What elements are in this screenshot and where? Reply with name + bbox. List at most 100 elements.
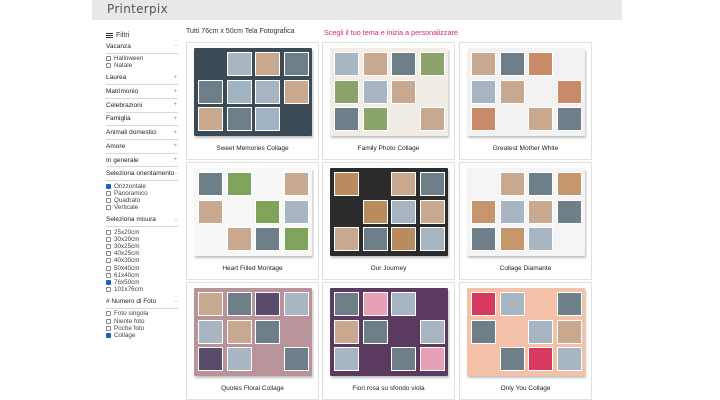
product-card[interactable]: Only You Collage xyxy=(459,282,592,400)
collapse-minus-icon[interactable]: - xyxy=(175,43,177,49)
expand-plus-icon[interactable]: + xyxy=(173,157,177,163)
collapse-minus-icon[interactable]: - xyxy=(175,299,177,305)
product-name[interactable]: Our Journey xyxy=(323,265,454,272)
product-name[interactable]: Family Photo Collage xyxy=(323,145,454,152)
checkbox[interactable] xyxy=(106,272,111,278)
collapse-minus-icon[interactable]: - xyxy=(175,171,177,177)
collage-photo-tile xyxy=(419,227,445,251)
product-name[interactable]: Quotes Floral Collage xyxy=(187,385,318,392)
checkbox-checked[interactable] xyxy=(106,279,111,285)
filter-section-header[interactable]: # Numero di Foto - xyxy=(106,295,178,309)
filter-option[interactable]: 50x40cm xyxy=(106,264,178,272)
product-card[interactable]: Sweet Memories Collage xyxy=(186,42,319,160)
product-card[interactable]: Family Photo Collage xyxy=(322,42,455,160)
checkbox[interactable] xyxy=(106,265,111,271)
product-card[interactable]: Our Journey xyxy=(322,162,455,280)
filter-option[interactable]: 101x76cm xyxy=(106,286,178,293)
collage-photo-tile xyxy=(226,172,252,196)
product-card[interactable]: Heart Filled Montage xyxy=(186,162,319,280)
filters-header[interactable]: Filtri xyxy=(106,30,178,40)
filter-section-header[interactable]: Celebrazioni + xyxy=(106,99,178,113)
filter-option[interactable]: Panoramico xyxy=(106,190,178,197)
product-thumbnail[interactable] xyxy=(194,288,312,376)
collage-photo-tile xyxy=(471,292,496,316)
printerpix-logo[interactable]: Printerpix xyxy=(107,2,168,16)
collage-photo-tile xyxy=(226,79,252,104)
product-name[interactable]: Collage Diamante xyxy=(460,265,591,272)
product-name[interactable]: Sweet Memories Collage xyxy=(187,145,318,152)
collage-photo-tile xyxy=(499,347,525,371)
product-thumbnail[interactable] xyxy=(467,48,585,136)
checkbox[interactable] xyxy=(106,258,111,264)
filter-option[interactable]: 40x25cm xyxy=(106,250,178,257)
checkbox[interactable] xyxy=(106,236,111,242)
product-card[interactable]: Fiori rosa su sfondo viola xyxy=(322,282,455,400)
checkbox[interactable] xyxy=(106,198,111,204)
filter-option[interactable]: Niente foto xyxy=(106,318,178,325)
filter-option[interactable]: 76x50cm xyxy=(106,279,178,286)
checkbox[interactable] xyxy=(106,251,111,257)
filter-option[interactable]: Collage xyxy=(106,332,178,339)
filter-section-header[interactable]: In generale + xyxy=(106,154,178,168)
filter-option[interactable]: Orizzontale xyxy=(106,183,178,190)
filter-option[interactable]: Natale xyxy=(106,62,178,69)
filter-section-header[interactable]: Laurea + xyxy=(106,72,178,86)
product-name[interactable]: Greatest Mother White xyxy=(460,145,591,152)
filter-option[interactable]: 25x20cm xyxy=(106,229,178,236)
product-card[interactable]: Quotes Floral Collage xyxy=(186,282,319,400)
collage-photo-tile xyxy=(556,347,582,371)
filter-option[interactable]: Halloween xyxy=(106,55,178,62)
filter-section-header[interactable]: Amore + xyxy=(106,140,178,154)
filter-section-header[interactable]: Matrimonio + xyxy=(106,85,178,99)
filter-section-header[interactable]: Vacanza - xyxy=(106,40,178,54)
expand-plus-icon[interactable]: + xyxy=(173,102,177,108)
checkbox[interactable] xyxy=(106,311,111,317)
product-thumbnail[interactable] xyxy=(194,168,312,256)
filter-option[interactable]: 30x20cm xyxy=(106,236,178,243)
product-thumbnail[interactable] xyxy=(330,288,448,376)
checkbox[interactable] xyxy=(106,205,111,211)
expand-plus-icon[interactable]: + xyxy=(173,89,177,95)
checkbox[interactable] xyxy=(106,190,111,196)
checkbox[interactable] xyxy=(106,318,111,324)
checkbox[interactable] xyxy=(106,325,111,331)
expand-plus-icon[interactable]: + xyxy=(173,143,177,149)
collage-photo-tile xyxy=(471,319,496,344)
product-thumbnail[interactable] xyxy=(467,168,585,256)
product-name[interactable]: Only You Collage xyxy=(460,385,591,392)
filter-option[interactable]: Foto singola xyxy=(106,310,178,317)
collage-photo-tile xyxy=(419,172,445,196)
filter-section-label: Matrimonio xyxy=(106,88,139,96)
product-thumbnail[interactable] xyxy=(467,288,585,376)
expand-plus-icon[interactable]: + xyxy=(173,75,177,81)
product-name[interactable]: Heart Filled Montage xyxy=(187,265,318,272)
product-thumbnail[interactable] xyxy=(330,168,448,256)
checkbox-checked[interactable] xyxy=(106,333,111,339)
expand-plus-icon[interactable]: + xyxy=(173,116,177,122)
filter-option[interactable]: Quadrato xyxy=(106,197,178,204)
filter-section-header[interactable]: Seleziona orientamento - xyxy=(106,167,178,182)
product-thumbnail[interactable] xyxy=(194,48,312,136)
checkbox[interactable] xyxy=(106,287,111,293)
filter-section-header[interactable]: Seleziona misura - xyxy=(106,213,178,227)
filter-option[interactable]: Verticale xyxy=(106,204,178,211)
filter-section-header[interactable]: Famiglia + xyxy=(106,113,178,127)
filter-section-header[interactable]: Animali domestici + xyxy=(106,126,178,140)
checkbox[interactable] xyxy=(106,56,111,62)
collage-photo-tile xyxy=(391,172,416,196)
filter-option[interactable]: 40x30cm xyxy=(106,257,178,264)
collage-photo-tile xyxy=(556,107,582,131)
product-name[interactable]: Fiori rosa su sfondo viola xyxy=(323,385,454,392)
expand-plus-icon[interactable]: + xyxy=(173,130,177,136)
checkbox[interactable] xyxy=(106,63,111,69)
checkbox[interactable] xyxy=(106,229,111,235)
collapse-minus-icon[interactable]: - xyxy=(175,217,177,223)
filter-option[interactable]: 30x25cm xyxy=(106,243,178,250)
product-card[interactable]: Collage Diamante xyxy=(459,162,592,280)
filter-option[interactable]: Poche foto xyxy=(106,325,178,332)
filter-option[interactable]: 61x40cm xyxy=(106,272,178,279)
checkbox[interactable] xyxy=(106,243,111,249)
checkbox-checked[interactable] xyxy=(106,183,111,189)
product-thumbnail[interactable] xyxy=(330,48,448,136)
product-card[interactable]: Greatest Mother White xyxy=(459,42,592,160)
